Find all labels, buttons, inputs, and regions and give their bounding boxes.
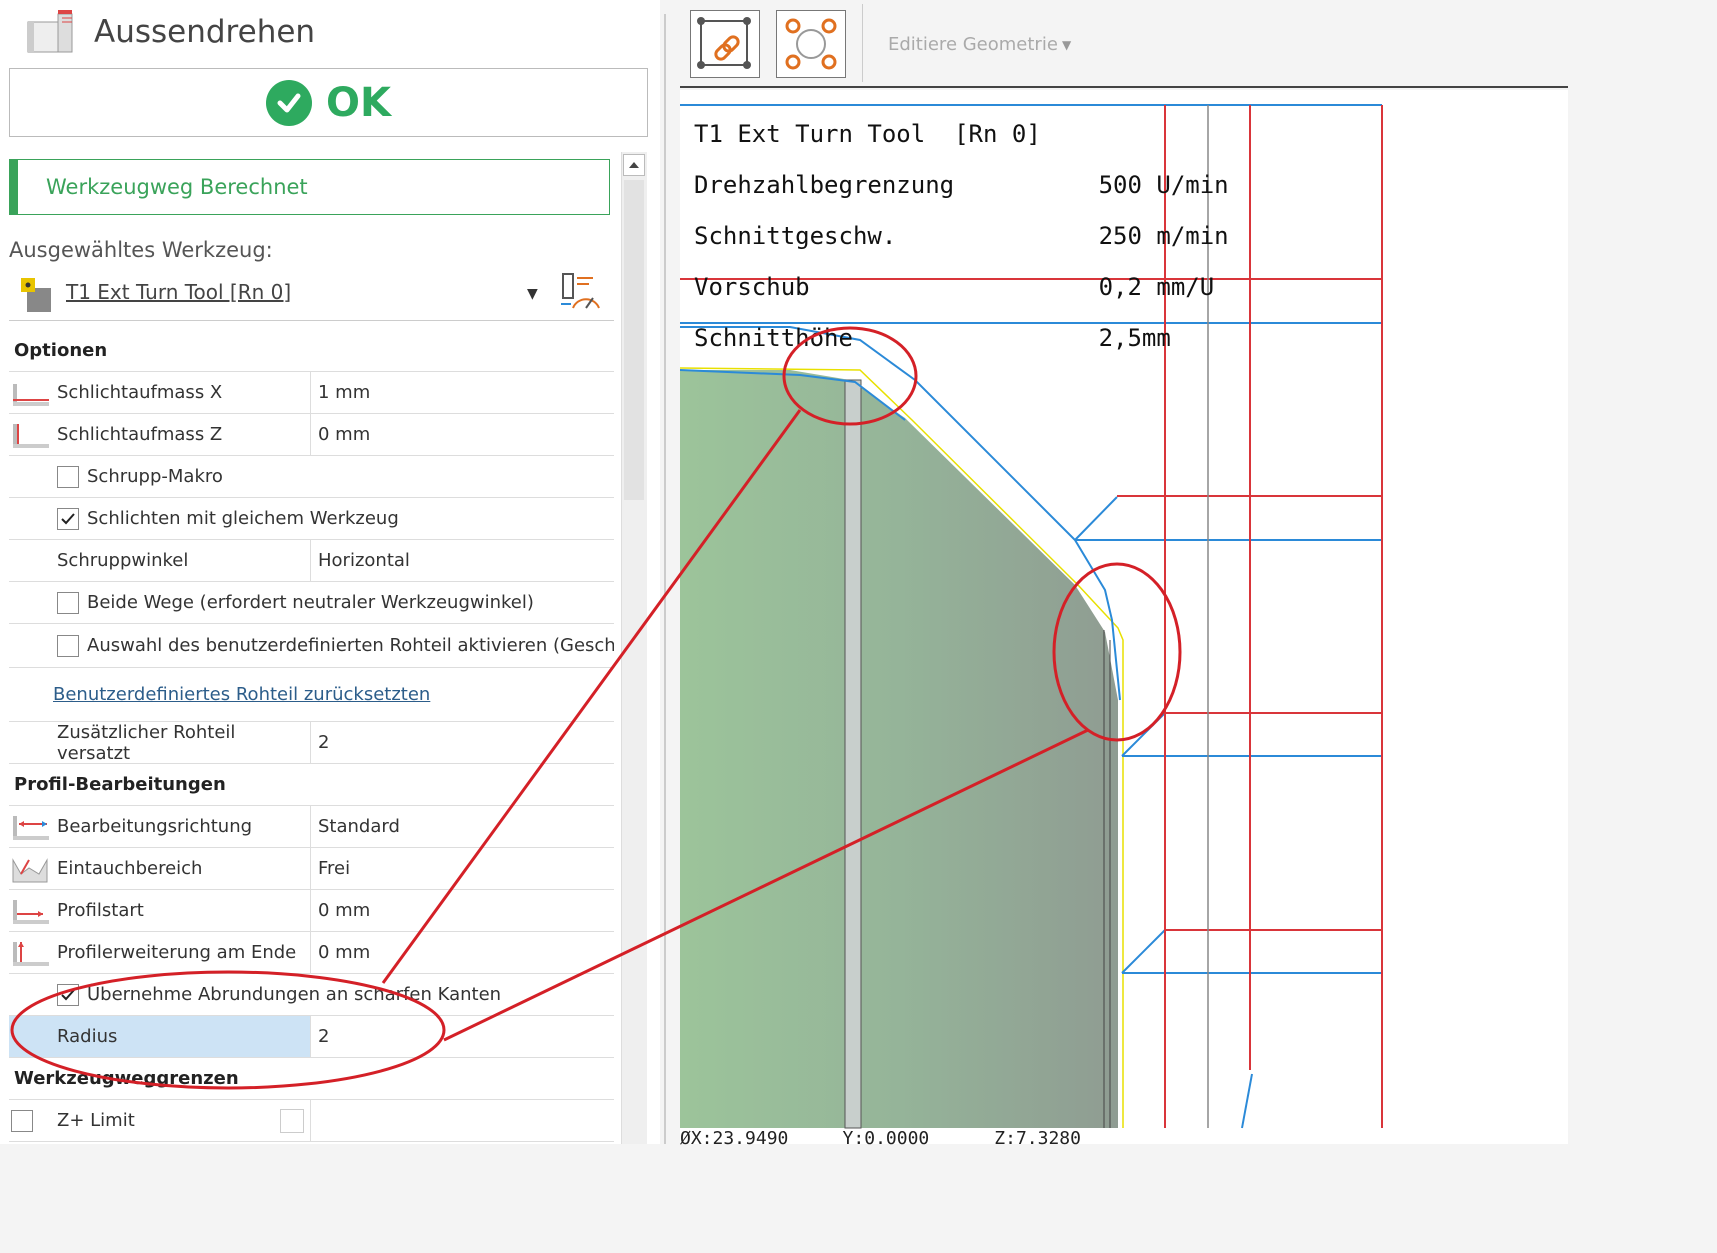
annotation-overlay: [10, 326, 1182, 1090]
annotation-ellipse-side-corner: [1052, 562, 1182, 742]
annotation-ellipse-radius: [10, 970, 446, 1090]
annotation-line-side: [443, 728, 1089, 1042]
annotation-line-top: [381, 409, 802, 984]
annotation-ellipse-top-corner: [782, 326, 918, 426]
